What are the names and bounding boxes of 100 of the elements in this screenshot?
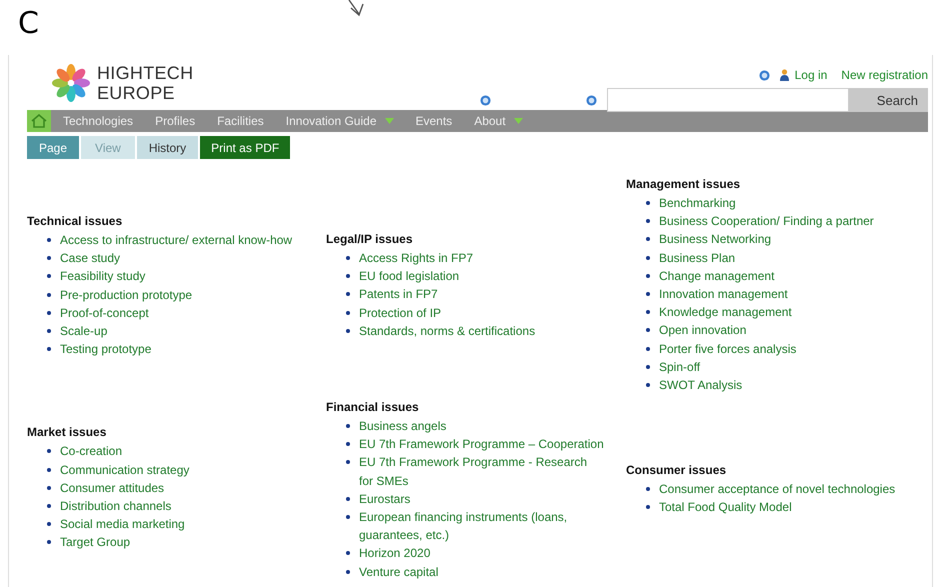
bullet-icon [47,468,51,472]
topic-link[interactable]: Testing prototype [60,340,152,358]
topic-link[interactable]: Social media marketing [60,515,185,534]
bullet-icon [47,329,51,334]
nav-item[interactable]: Technologies [51,114,134,128]
topic-link[interactable]: Protection of IP [359,304,442,322]
nav-item[interactable]: About [462,114,523,128]
login-link[interactable]: Log in [794,68,828,82]
bullet-icon [47,238,51,242]
topic-link[interactable]: Scale-up [60,322,108,340]
topic-link[interactable]: Co-creation [60,442,122,461]
search-button[interactable]: Search [849,88,928,112]
bullet-icon [346,551,350,556]
tab[interactable]: History [136,136,198,159]
tab[interactable]: Page [27,136,80,159]
topic-link[interactable]: Consumer attitudes [60,478,164,498]
bullet-icon [346,442,350,446]
bullet-icon [346,328,350,333]
person-icon [780,69,789,81]
topic-link[interactable]: Porter five forces analysis [659,340,796,358]
home-icon [31,114,47,128]
bullet-icon [346,292,350,296]
bullet-icon [47,347,51,352]
topic-link[interactable]: Proof-of-concept [60,304,149,322]
topic-link[interactable]: Knowledge management [659,303,792,322]
topic-link[interactable]: Standards, norms & certifications [359,322,536,340]
home-button[interactable] [27,110,51,132]
topic-link[interactable]: Communication strategy [60,460,190,479]
topic-link[interactable]: Total Food Quality Model [659,498,792,517]
bullet-icon [646,487,650,492]
topic-link[interactable]: Horizon 2020 [359,544,430,563]
bullet-icon [346,570,350,574]
nav-item[interactable]: Innovation Guide [274,114,394,128]
bullet-icon [646,219,650,224]
nav-item[interactable]: Facilities [205,114,264,128]
section-heading: Technical issues [27,213,124,229]
topic-link[interactable]: European financing instruments (loans, guarantees, etc.) [359,508,604,544]
section-heading: Market issues [27,424,108,440]
help-icon[interactable] [758,70,770,80]
search-field[interactable] [607,88,849,112]
registration-link[interactable]: New registration [841,68,928,82]
topic-link[interactable]: EU 7th Framework Programme - Research for SMEs [359,453,604,490]
topic-link[interactable]: Business angels [359,417,446,436]
topic-link[interactable]: Access Rights in FP7 [359,249,474,268]
bullet-icon [346,274,350,278]
bullet-icon [47,522,51,526]
print-button[interactable]: Print as PDF [200,136,290,159]
nav-item[interactable]: Profiles [143,114,196,128]
topic-link[interactable]: Access to infrastructure/ external know-how [60,231,292,250]
bullet-icon [47,486,51,490]
topic-link[interactable]: Patents in FP7 [359,285,438,304]
section-heading: Consumer issues [626,462,728,478]
bullet-icon [346,515,350,520]
topic-link[interactable]: Eurostars [359,490,410,508]
nav-item[interactable]: Events [404,114,452,128]
bullet-icon [47,256,51,260]
help-icon[interactable] [586,94,597,106]
help-icon[interactable] [480,94,491,106]
bullet-icon [646,274,650,278]
bullet-icon [346,424,350,428]
bullet-icon [646,346,650,351]
topic-link[interactable]: Pre-production prototype [60,286,192,304]
bullet-icon [646,364,650,369]
topic-link[interactable]: SWOT Analysis [659,376,742,394]
bullet-icon [646,328,650,332]
bullet-icon [47,292,51,297]
topic-link[interactable]: Open innovation [659,321,746,340]
bullet-icon [646,201,650,205]
bullet-icon [346,496,350,501]
bullet-icon [47,540,51,544]
bullet-icon [47,274,51,278]
topic-link[interactable]: Feasibility study [60,267,146,286]
bullet-icon [346,460,350,464]
bullet-icon [646,292,650,296]
bullet-icon [47,449,51,454]
topic-link[interactable]: Target Group [60,533,130,552]
bullet-icon [646,383,650,388]
bullet-icon [346,256,350,260]
topic-link[interactable]: Change management [659,266,774,286]
topic-link[interactable]: Business Plan [659,248,736,267]
figure-label: C [18,6,39,42]
logo-icon [51,63,91,103]
bullet-icon [346,310,350,315]
topic-link[interactable]: Spin-off [659,358,700,376]
topic-link[interactable]: Innovation management [659,285,788,304]
topic-link[interactable]: Business Networking [659,230,772,249]
section-heading: Legal/IP issues [326,231,414,247]
topic-link[interactable]: Business Cooperation/ Finding a partner [659,212,874,230]
topic-link[interactable]: EU 7th Framework Programme – Cooperation [359,435,604,454]
bullet-icon [646,237,650,242]
topic-link[interactable]: Consumer acceptance of novel technologies [659,480,896,498]
topic-link[interactable]: Distribution channels [60,497,172,516]
topic-link[interactable]: Venture capital [359,562,438,581]
bullet-icon [47,504,51,508]
section-heading: Management issues [626,176,742,192]
topic-link[interactable]: Benchmarking [659,194,736,212]
topic-link[interactable]: EU food legislation [359,267,460,286]
topic-link[interactable]: Case study [60,249,120,268]
bullet-icon [47,310,51,315]
caret-icon [514,118,523,124]
